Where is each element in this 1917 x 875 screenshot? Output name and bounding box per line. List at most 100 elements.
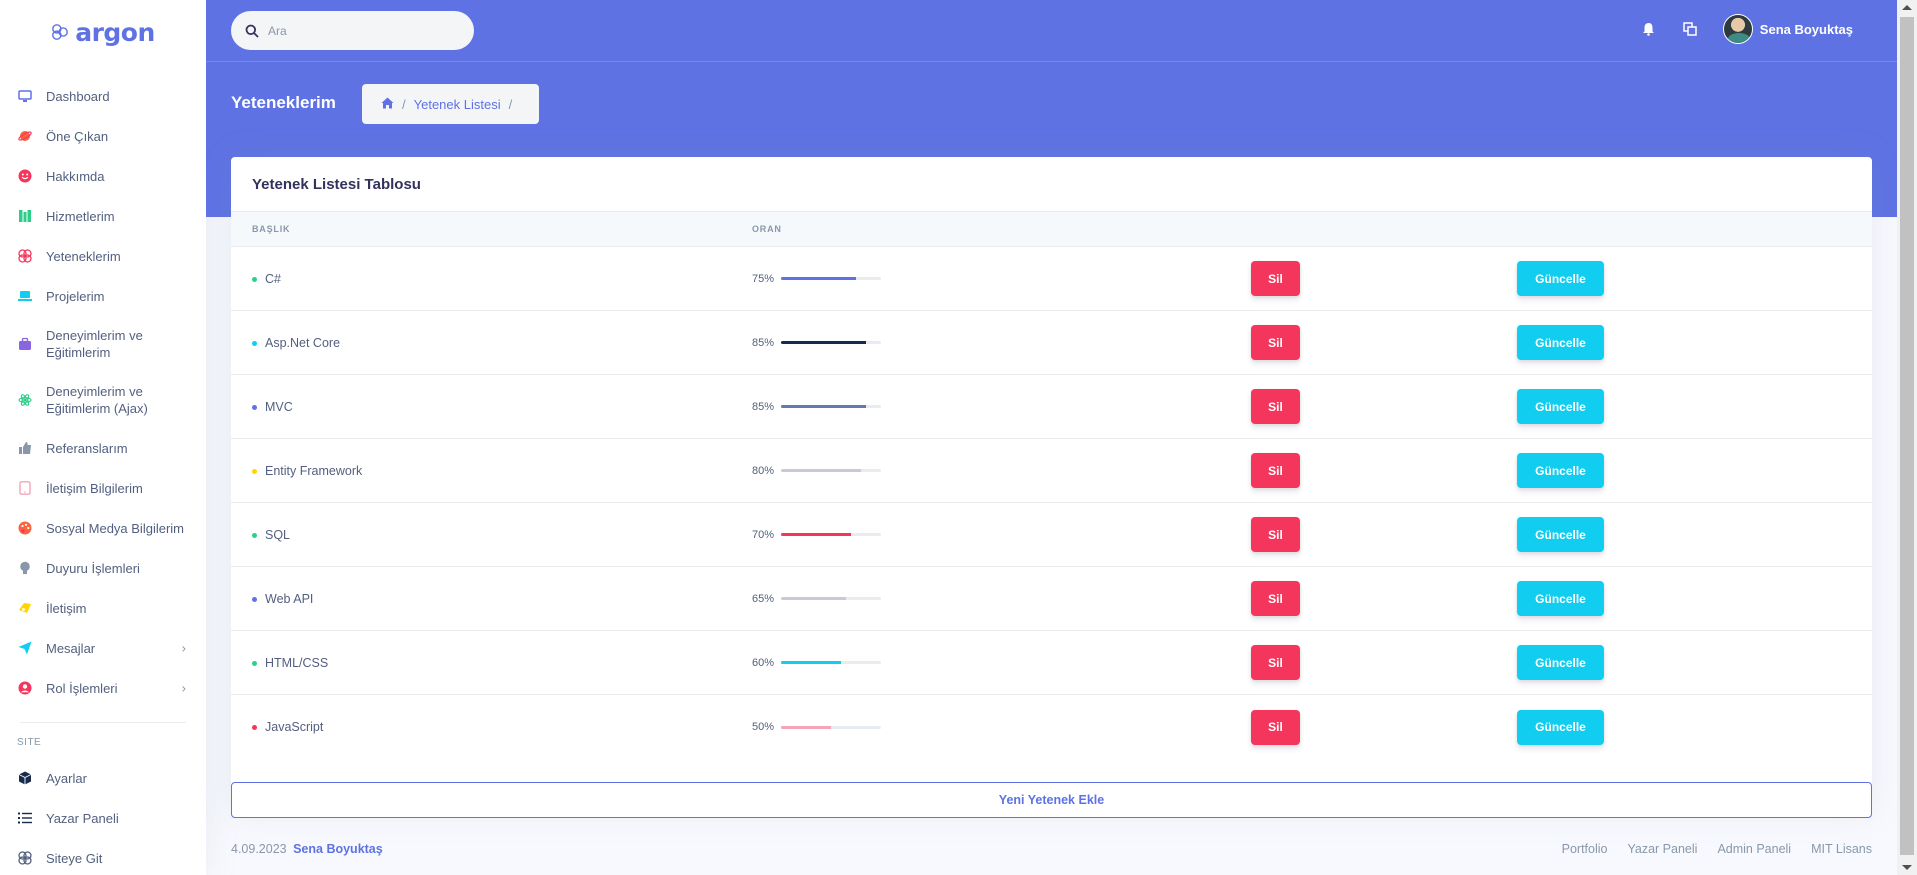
- palette-icon: [17, 520, 33, 536]
- table-header: BAŞLIK ORAN: [231, 212, 1872, 247]
- sidebar-divider: [20, 722, 186, 723]
- sidebar-item-label: Sosyal Medya Bilgilerim: [46, 520, 184, 536]
- progress-fill: [781, 277, 856, 280]
- progress-bar: [781, 661, 881, 664]
- update-button[interactable]: Güncelle: [1517, 517, 1604, 552]
- delete-button[interactable]: Sil: [1251, 389, 1300, 424]
- column-header-baslik: BAŞLIK: [252, 224, 291, 234]
- sidebar-item-rol-islemleri[interactable]: Rol İşlemleri ›: [0, 668, 206, 708]
- footer-link-admin-paneli[interactable]: Admin Paneli: [1717, 842, 1791, 856]
- sidebar-item-siteye-git[interactable]: Siteye Git: [0, 838, 206, 875]
- skill-rate: 70%: [752, 528, 775, 541]
- skill-name: SQL: [265, 527, 291, 542]
- scroll-up-icon[interactable]: [1902, 5, 1912, 10]
- delete-button[interactable]: Sil: [1251, 325, 1300, 360]
- status-dot: [252, 596, 257, 602]
- skill-name: Web API: [265, 591, 314, 606]
- smile-icon: [17, 168, 33, 184]
- sidebar-item-ayarlar[interactable]: Ayarlar: [0, 758, 206, 798]
- planet-icon: [17, 128, 33, 144]
- sidebar-item-projelerim[interactable]: Projelerim: [0, 276, 206, 316]
- update-button[interactable]: Güncelle: [1517, 325, 1604, 360]
- bell-icon[interactable]: [1641, 21, 1657, 37]
- update-button[interactable]: Güncelle: [1517, 453, 1604, 488]
- footer-date: 4.09.2023: [231, 842, 287, 856]
- footer-link-portfolio[interactable]: Portfolio: [1562, 842, 1608, 856]
- atom-icon: [17, 392, 33, 408]
- thumbs-up-icon: [17, 440, 33, 456]
- send-icon: [17, 640, 33, 656]
- skill-name: Asp.Net Core: [265, 335, 341, 350]
- footer-link-yazar-paneli[interactable]: Yazar Paneli: [1627, 842, 1697, 856]
- scrollbar-thumb[interactable]: [1900, 17, 1914, 855]
- brand-logo[interactable]: argon: [0, 0, 206, 64]
- delete-button[interactable]: Sil: [1251, 645, 1300, 680]
- search-input[interactable]: [268, 23, 448, 38]
- sidebar-item-label: Ayarlar: [46, 770, 87, 786]
- sidebar-item-sosyal-medya[interactable]: Sosyal Medya Bilgilerim: [0, 508, 206, 548]
- sidebar-item-yeteneklerim[interactable]: Yeteneklerim: [0, 236, 206, 276]
- user-name: Sena Boyuktaş: [1759, 21, 1853, 37]
- progress-fill: [781, 533, 851, 536]
- sidebar-item-dashboard[interactable]: Dashboard: [0, 76, 206, 116]
- sidebar-item-deneyimlerim[interactable]: Deneyimlerim ve Eğitimlerim: [0, 316, 206, 372]
- status-dot: [252, 532, 257, 538]
- delete-button[interactable]: Sil: [1251, 261, 1300, 296]
- update-button[interactable]: Güncelle: [1517, 389, 1604, 424]
- breadcrumb: / Yetenek Listesi /: [362, 84, 540, 124]
- footer-link-mit-lisans[interactable]: MIT Lisans: [1811, 842, 1872, 856]
- sidebar-item-label: Rol İşlemleri: [46, 680, 118, 696]
- home-icon[interactable]: [381, 97, 394, 112]
- sidebar-item-duyuru-islemleri[interactable]: Duyuru İşlemleri: [0, 548, 206, 588]
- update-button[interactable]: Güncelle: [1517, 645, 1604, 680]
- sidebar-item-mesajlar[interactable]: Mesajlar ›: [0, 628, 206, 668]
- page-scrollbar[interactable]: [1897, 0, 1917, 875]
- user-menu[interactable]: Sena Boyuktaş: [1722, 14, 1853, 44]
- sidebar-item-hizmetlerim[interactable]: Hizmetlerim: [0, 196, 206, 236]
- breadcrumb-item[interactable]: Yetenek Listesi: [414, 97, 501, 112]
- delete-button[interactable]: Sil: [1251, 517, 1300, 552]
- footer-author-link[interactable]: Sena Boyuktaş: [293, 842, 383, 856]
- sidebar-item-label: Dashboard: [46, 88, 110, 104]
- sidebar-item-label: Hizmetlerim: [46, 208, 115, 224]
- progress-bar: [781, 469, 881, 472]
- scroll-down-icon[interactable]: [1902, 865, 1912, 870]
- sidebar-section-label: SITE: [17, 737, 42, 748]
- delete-button[interactable]: Sil: [1251, 709, 1300, 745]
- status-dot: [252, 276, 257, 282]
- status-dot: [252, 404, 257, 410]
- sidebar-item-iletisim[interactable]: İletişim: [0, 588, 206, 628]
- table-row: Web API 65% Sil Güncelle: [231, 567, 1872, 631]
- bulb-icon: [17, 560, 33, 576]
- footer-copyright: 4.09.2023 Sena Boyuktaş: [231, 842, 383, 856]
- sidebar-item-one-cikan[interactable]: Öne Çıkan: [0, 116, 206, 156]
- atom-icon: [17, 850, 33, 866]
- search-box[interactable]: [231, 11, 474, 50]
- progress-bar: [781, 341, 881, 344]
- update-button[interactable]: Güncelle: [1517, 581, 1604, 616]
- sidebar-item-label: Siteye Git: [46, 850, 103, 866]
- briefcase-icon: [17, 336, 33, 352]
- skill-name: C#: [265, 271, 281, 286]
- update-button[interactable]: Güncelle: [1517, 261, 1604, 296]
- sidebar-item-hakkimda[interactable]: Hakkımda: [0, 156, 206, 196]
- sidebar-item-iletisim-bilgilerim[interactable]: İletişim Bilgilerim: [0, 468, 206, 508]
- add-skill-button[interactable]: Yeni Yetenek Ekle: [231, 782, 1872, 818]
- atom-icon: [17, 248, 33, 264]
- table-row: Asp.Net Core 85% Sil Güncelle: [231, 311, 1872, 375]
- monitor-icon: [17, 88, 33, 104]
- delete-button[interactable]: Sil: [1251, 581, 1300, 616]
- laptop-icon: [17, 288, 33, 304]
- books-icon: [17, 208, 33, 224]
- sidebar-item-referanslarim[interactable]: Referanslarım: [0, 428, 206, 468]
- atom-icon: [52, 24, 69, 40]
- sidebar-item-deneyimlerim-ajax[interactable]: Deneyimlerim ve Eğitimlerim (Ajax): [0, 372, 206, 428]
- update-button[interactable]: Güncelle: [1517, 709, 1604, 745]
- progress-bar: [781, 405, 881, 408]
- list-icon: [17, 810, 33, 826]
- delete-button[interactable]: Sil: [1251, 453, 1300, 488]
- ungroup-icon[interactable]: [1682, 21, 1698, 37]
- sidebar-item-yazar-paneli[interactable]: Yazar Paneli: [0, 798, 206, 838]
- progress-fill: [781, 405, 866, 408]
- table-row: JavaScript 50% Sil Güncelle: [231, 695, 1872, 759]
